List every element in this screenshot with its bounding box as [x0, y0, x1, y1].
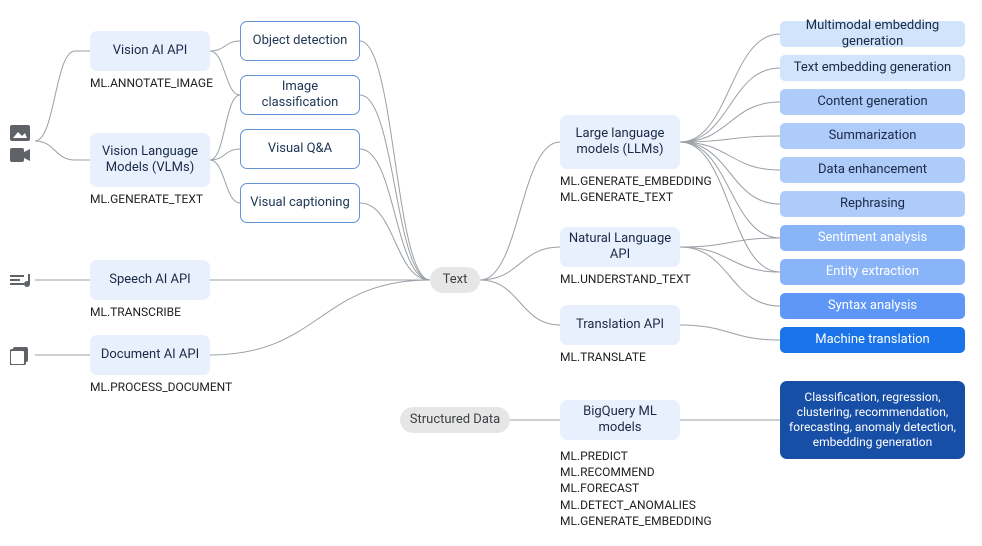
vlm-fn: ML.GENERATE_TEXT — [90, 192, 203, 206]
out-summarization: Summarization — [780, 123, 965, 149]
hub-structured-data: Structured Data — [400, 407, 510, 433]
translation-api: Translation API — [560, 305, 680, 345]
large-language-models: Large language models (LLMs) — [560, 115, 680, 169]
task-visual-captioning: Visual captioning — [240, 183, 360, 223]
out-content-generation: Content generation — [780, 89, 965, 115]
bigquery-fn: ML.PREDICT ML.RECOMMEND ML.FORECAST ML.D… — [560, 448, 712, 529]
vision-ai-api: Vision AI API — [90, 31, 210, 71]
natural-language-api: Natural Language API — [560, 227, 680, 267]
bigquery-ml-models: BigQuery ML models — [560, 400, 680, 440]
out-sentiment-analysis: Sentiment analysis — [780, 225, 965, 251]
vision-ai-fn: ML.ANNOTATE_IMAGE — [90, 76, 213, 90]
speech-ai-api: Speech AI API — [90, 260, 210, 300]
nl-fn: ML.UNDERSTAND_TEXT — [560, 272, 691, 286]
task-image-classification: Image classification — [240, 75, 360, 115]
translation-fn: ML.TRANSLATE — [560, 350, 646, 364]
out-bigquery-ml: Classification, regression, clustering, … — [780, 381, 965, 459]
llm-fn-text: ML.GENERATE_TEXT — [560, 190, 673, 204]
out-multimodal-embedding: Multimodal embedding generation — [780, 21, 965, 47]
task-visual-qa: Visual Q&A — [240, 129, 360, 169]
document-icon — [10, 347, 28, 365]
image-icon — [10, 125, 30, 141]
hub-text: Text — [430, 267, 480, 293]
task-object-detection: Object detection — [240, 21, 360, 61]
llm-fn-embedding: ML.GENERATE_EMBEDDING — [560, 174, 712, 188]
out-rephrasing: Rephrasing — [780, 191, 965, 217]
document-ai-api: Document AI API — [90, 335, 210, 375]
out-data-enhancement: Data enhancement — [780, 157, 965, 183]
out-entity-extraction: Entity extraction — [780, 259, 965, 285]
document-fn: ML.PROCESS_DOCUMENT — [90, 380, 232, 394]
vision-language-models: Vision Language Models (VLMs) — [90, 133, 210, 187]
out-syntax-analysis: Syntax analysis — [780, 293, 965, 319]
audio-icon — [10, 272, 30, 288]
out-text-embedding: Text embedding generation — [780, 55, 965, 81]
speech-fn: ML.TRANSCRIBE — [90, 305, 181, 319]
out-machine-translation: Machine translation — [780, 327, 965, 353]
video-icon — [10, 148, 30, 162]
